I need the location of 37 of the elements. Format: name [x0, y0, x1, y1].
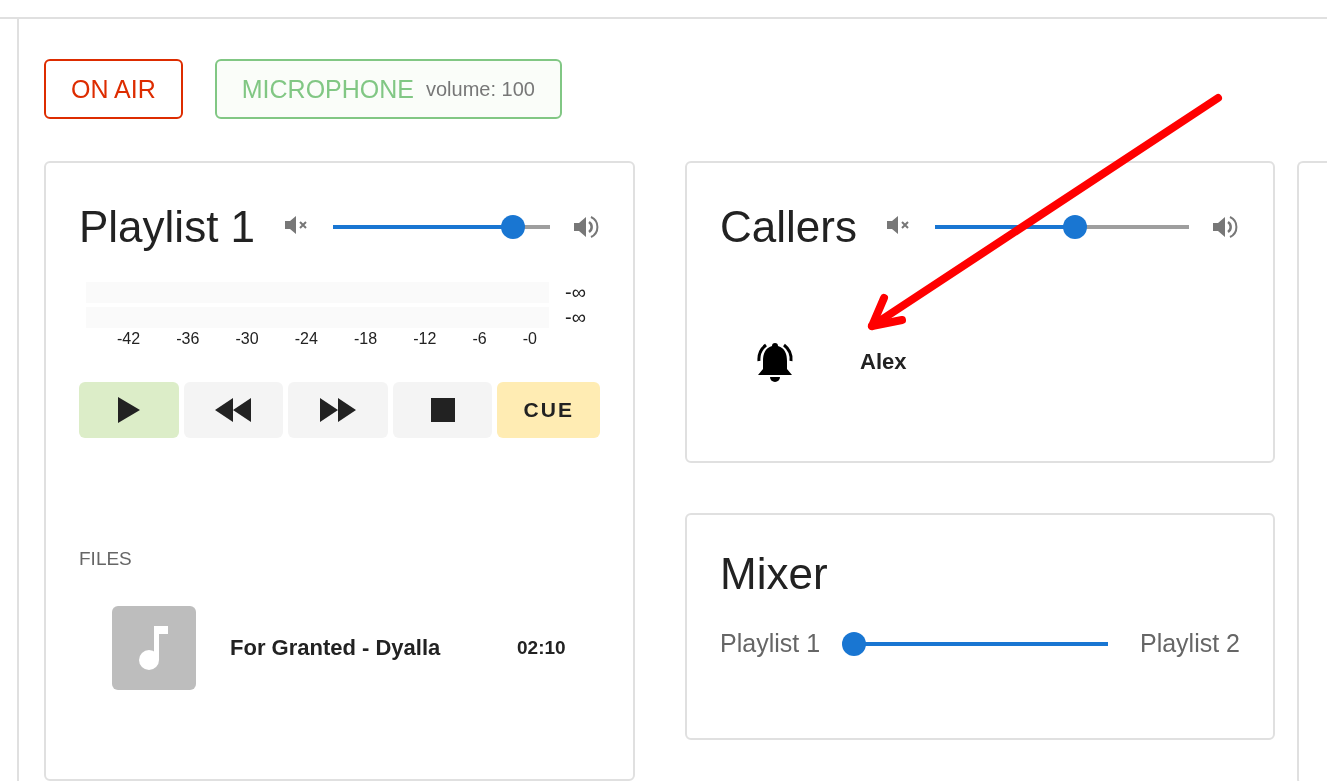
- section-heading: FILES: [79, 548, 133, 570]
- card-title: Callers: [720, 202, 857, 252]
- volume-readout: volume: 100: [426, 77, 535, 101]
- crossfader-left-label: Playlist 1: [720, 629, 821, 658]
- meter-scale-label: -12: [413, 330, 437, 348]
- card-title: Mixer: [720, 549, 829, 599]
- speaker-icon[interactable]: [572, 214, 600, 240]
- meter-reading: -∞: [565, 282, 587, 303]
- cue-button[interactable]: CUE: [497, 382, 601, 438]
- meter-scale-label: -0: [522, 330, 537, 348]
- music-note-icon: [112, 606, 196, 690]
- meter-scale-label: -42: [117, 330, 141, 348]
- rewind-button[interactable]: [183, 382, 284, 438]
- meter-scale-label: -30: [235, 330, 259, 348]
- stop-button[interactable]: [392, 382, 493, 438]
- microphone-indicator[interactable]: MICROPHONE volume: 100: [214, 59, 562, 119]
- crossfader-right-label: Playlist 2: [1139, 629, 1240, 658]
- caller-name[interactable]: Alex: [860, 349, 907, 375]
- card-title: Playlist 1: [79, 202, 256, 252]
- file-title[interactable]: For Granted - Dyalla: [230, 635, 517, 661]
- meter-scale-label: -36: [176, 330, 200, 348]
- fast-forward-icon: [320, 398, 356, 422]
- meter-scale-label: -18: [353, 330, 378, 348]
- slider-thumb[interactable]: [1062, 215, 1087, 239]
- file-duration: 02:10: [517, 637, 566, 659]
- stop-icon: [430, 398, 455, 422]
- meter-scale-label: -6: [472, 330, 487, 348]
- on-air-indicator[interactable]: ON AIR: [44, 59, 183, 119]
- meter-scale-label: -24: [294, 330, 318, 348]
- speaker-icon[interactable]: [1211, 214, 1239, 240]
- play-icon: [117, 397, 140, 423]
- slider-thumb[interactable]: [501, 215, 526, 239]
- play-button[interactable]: [79, 382, 179, 438]
- fast-forward-button[interactable]: [288, 382, 388, 438]
- slider-thumb[interactable]: [842, 631, 867, 656]
- meter-reading: -∞: [565, 307, 587, 328]
- rewind-icon: [215, 398, 252, 422]
